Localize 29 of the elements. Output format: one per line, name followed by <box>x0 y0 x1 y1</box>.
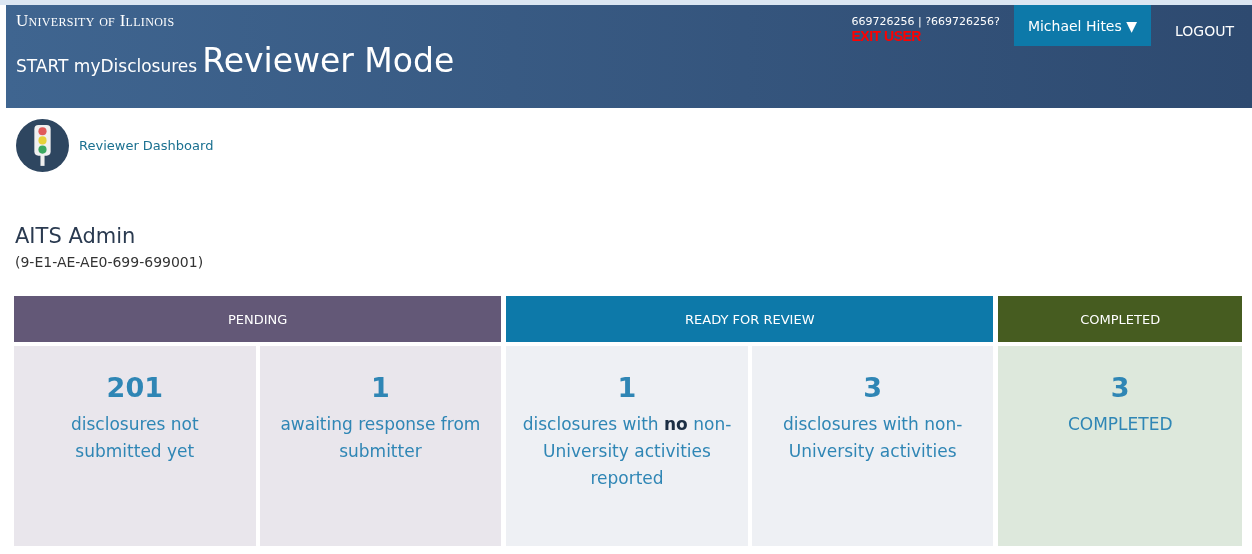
count-label: COMPLETED <box>1066 413 1174 436</box>
reviewer-code: (9-E1-AE-AE0-699-699001) <box>15 254 205 270</box>
count-label: disclosures with no non-University activities reported <box>521 413 733 490</box>
summary-tile[interactable]: 3 disclosures with non-University activities <box>751 346 994 546</box>
exit-user-link[interactable]: EXIT USER <box>851 28 1000 44</box>
group-header: PENDING <box>14 296 502 342</box>
app-name: START myDisclosures <box>16 56 198 76</box>
count-number: 1 <box>616 372 638 403</box>
logout-link[interactable]: LOGOUT <box>1151 5 1252 39</box>
count-label: awaiting response from submitter <box>279 413 482 463</box>
traffic-light-icon <box>16 119 69 172</box>
count-number: 201 <box>105 372 164 403</box>
summary-tile[interactable]: 3 COMPLETED <box>998 346 1242 546</box>
institution-name: University of Illinois <box>16 11 176 31</box>
group-header: READY FOR REVIEW <box>506 296 994 342</box>
count-label: disclosures with non-University activities <box>781 413 964 463</box>
group-header: COMPLETED <box>998 296 1242 342</box>
user-menu-button[interactable]: Michael Hites ▼ <box>1013 5 1151 46</box>
count-number: 3 <box>862 372 883 403</box>
reviewer-name: AITS Admin <box>15 224 137 248</box>
mode-title: Reviewer Mode <box>202 41 455 80</box>
count-number: 3 <box>1109 372 1131 403</box>
summary-tile[interactable]: 201 disclosures not submitted yet <box>14 346 256 546</box>
user-ids: 669726256 | ?669726256? <box>851 15 1000 28</box>
summary-tile[interactable]: 1 awaiting response from submitter <box>259 346 502 546</box>
reviewer-dashboard-link[interactable]: Reviewer Dashboard <box>79 138 214 153</box>
count-label: disclosures not submitted yet <box>69 413 200 463</box>
count-number: 1 <box>370 372 391 403</box>
summary-tile[interactable]: 1 disclosures with no non-University activities reported <box>506 346 748 546</box>
